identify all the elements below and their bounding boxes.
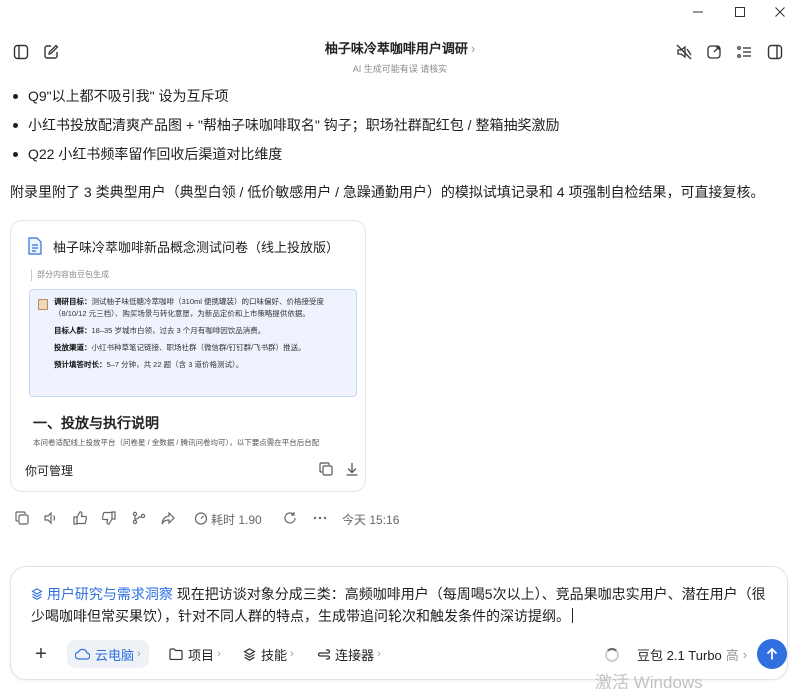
add-attachment-button[interactable]: + [31,643,51,665]
section-heading: 一、投放与执行说明 [33,415,159,431]
document-card-footer: 你可管理 [25,459,358,481]
message-actions: 耗时 1.90 今天 15:16 [14,508,434,528]
loading-spinner-icon [605,647,619,662]
appendix-paragraph: 附录里附了 3 类典型用户（典型白领 / 低价敏感用户 / 急躁通勤用户）的模拟… [10,184,765,200]
summary-duration: 预计填答时长：5–7 分钟，共 22 题（含 3 道价格测试）。 [54,360,244,369]
folder-icon [169,648,183,660]
more-icon[interactable] [312,510,328,526]
skill-tag[interactable]: 用户研究与需求洞察 [31,586,177,602]
model-name: 豆包 2.1 Turbo [637,648,722,663]
timer-icon [193,510,209,526]
sidebar-toggle-icon[interactable] [10,41,32,63]
summary-goal: 调研目标：测试柚子味低糖冷萃咖啡（310ml 便携罐装）的口味偏好、价格接受度（… [54,297,325,318]
maximize-button[interactable] [727,2,753,22]
composer-toolbar: + 云电脑 › 项目 › 技能 › 连接器 › 豆包 2.1 Turbo 高 › [23,639,787,669]
list-item: Q22 小红书频率留作回收后渠道对比维度 [10,144,790,173]
skills-button[interactable]: 技能 › [235,640,302,668]
message-content: Q9"以上都不吸引我" 设为互斥项 小红书投放配清爽产品图 + "帮柚子味咖啡取… [10,86,790,200]
close-window-button[interactable] [767,2,793,22]
minimize-button[interactable] [685,2,711,22]
branch-icon[interactable] [131,510,147,526]
message-composer[interactable]: 用户研究与需求洞察 现在把访谈对象分成三类：高频咖啡用户（每周喝5次以上）、竞品… [10,566,788,680]
connector-button[interactable]: 连接器 › [309,640,389,668]
share-icon[interactable] [703,41,725,63]
list-icon[interactable] [733,41,755,63]
send-button[interactable] [757,639,787,669]
text-cursor [572,608,573,623]
title-chevron-icon: › [470,41,476,56]
document-icon [28,237,42,255]
chat-header: 柚子味冷萃咖啡用户调研 › AI 生成可能有误 请核实 [0,24,800,76]
model-tier: 高 [725,648,739,663]
forward-icon[interactable] [160,510,176,526]
ai-disclaimer: AI 生成可能有误 请核实 [352,64,448,74]
model-selector[interactable]: 豆包 2.1 Turbo 高 › [605,645,747,664]
new-chat-icon[interactable] [40,41,62,63]
cloud-pc-button[interactable]: 云电脑 › [67,640,149,668]
document-card-header[interactable]: 柚子味冷萃咖啡新品概念测试问卷（线上投放版） [27,235,357,257]
read-aloud-icon[interactable] [43,510,59,526]
chat-title-area[interactable]: 柚子味冷萃咖啡用户调研 › AI 生成可能有误 请核实 [250,38,550,75]
manage-label: 你可管理 [25,464,74,478]
skill-icon [243,647,256,661]
copy-icon[interactable] [14,510,30,526]
model-chevron-icon: › [742,647,748,662]
skill-icon [31,588,43,600]
window-titlebar [0,0,800,24]
summary-audience: 目标人群：18–35 岁城市白领，过去 3 个月有咖啡因饮品消费。 [54,326,266,335]
list-item: Q9"以上都不吸引我" 设为互斥项 [10,86,790,115]
mute-icon[interactable] [673,41,695,63]
list-item: 小红书投放配清爽产品图 + "帮柚子味咖啡取名" 钩子；职场社群配红包 / 整箱… [10,115,790,144]
activation-watermark: 激活 Windows [595,673,703,689]
clipboard-icon [38,299,48,310]
thumbs-down-icon[interactable] [101,510,117,526]
document-preview[interactable]: 部分内容由豆包生成 调研目标：测试柚子味低糖冷萃咖啡（310ml 便携罐装）的口… [27,265,359,461]
section-text: 本问卷适配线上投放平台（问卷星 / 金数据 / 腾讯问卷均可），以下要点需在平台… [33,438,320,447]
time-cost: 耗时 1.90 [211,513,262,527]
document-title: 柚子味冷萃咖啡新品概念测试问卷（线上投放版） [53,239,340,255]
copy-icon[interactable] [317,460,335,478]
page-title[interactable]: 柚子味冷萃咖啡用户调研 › [250,38,550,57]
generated-note: 部分内容由豆包生成 [31,269,359,281]
message-timestamp: 今天 15:16 [342,513,400,527]
download-icon[interactable] [343,460,361,478]
document-card[interactable]: 柚子味冷萃咖啡新品概念测试问卷（线上投放版） 部分内容由豆包生成 调研目标：测试… [10,220,366,492]
project-button[interactable]: 项目 › [161,640,229,668]
thumbs-up-icon[interactable] [72,510,88,526]
prompt-input[interactable]: 用户研究与需求洞察 现在把访谈对象分成三类：高频咖啡用户（每周喝5次以上）、竞品… [31,583,773,627]
connector-icon [317,648,330,660]
research-summary-box: 调研目标：测试柚子味低糖冷萃咖啡（310ml 便携罐装）的口味偏好、价格接受度（… [29,289,357,397]
summary-channels: 投放渠道：小红书种草笔记链接、职场社群（微信群/钉钉群/飞书群）推送。 [54,343,306,352]
regenerate-icon[interactable] [282,510,298,526]
cloud-icon [75,648,90,660]
arrow-up-icon [766,647,778,660]
panel-toggle-icon[interactable] [764,41,786,63]
